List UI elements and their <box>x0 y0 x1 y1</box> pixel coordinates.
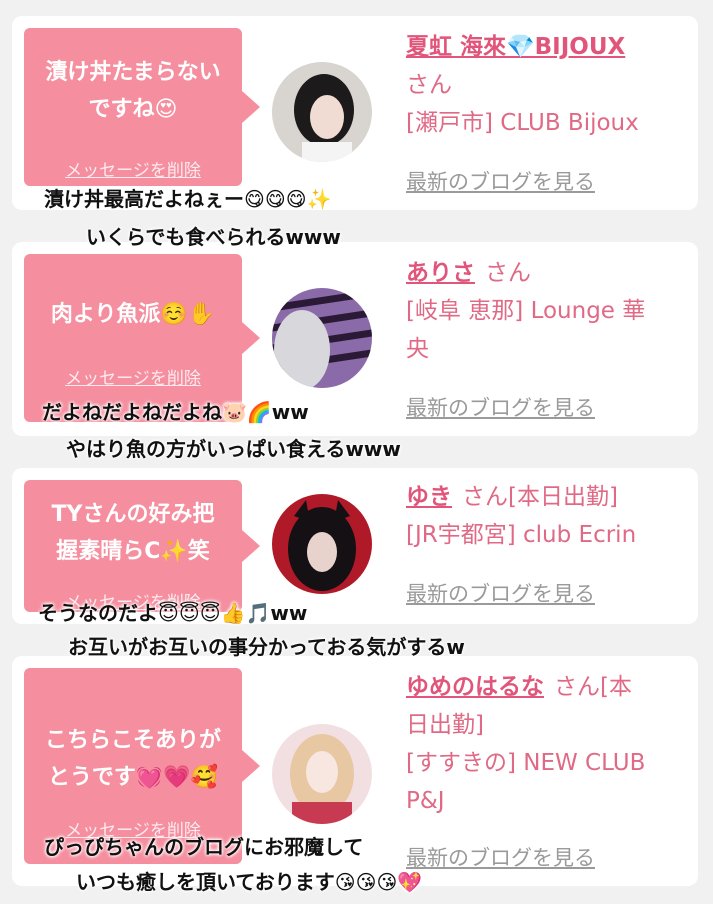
reply-text: だよねだよねだよね🐷🌈ww <box>42 400 309 424</box>
latest-blog-link[interactable]: 最新のブログを見る <box>406 166 595 196</box>
latest-blog-link[interactable]: 最新のブログを見る <box>406 392 595 422</box>
avatar[interactable] <box>272 494 372 594</box>
avatar[interactable] <box>272 724 372 824</box>
delete-message-link[interactable]: メッセージを削除 <box>24 156 242 181</box>
cast-name-link[interactable]: ゆき <box>406 484 452 510</box>
store-name: [JR宇都宮] club Ecrin <box>406 522 637 548</box>
delete-message-link[interactable]: メッセージを削除 <box>24 364 242 389</box>
avatar[interactable] <box>272 288 372 388</box>
message-text: 漬け丼たまらない ですね😍 <box>45 60 221 122</box>
store-name: [すすきの] NEW CLUB <box>406 750 646 776</box>
reply-text: いくらでも食べられるwww <box>86 225 341 249</box>
cast-info: 夏虹 海來💎BIJOUX さん [瀬戸市] CLUB Bijoux <box>406 28 690 142</box>
store-name-cont: 央 <box>406 336 429 362</box>
avatar[interactable] <box>272 62 372 162</box>
cast-name-link[interactable]: ゆめのはるな <box>406 674 544 700</box>
honorific: さん[本 <box>554 674 632 700</box>
cast-info: ゆき さん[本日出勤] [JR宇都宮] club Ecrin <box>406 478 690 554</box>
message-bubble: TYさんの好み把 握素晴らC✨笑 メッセージを削除 <box>24 480 260 613</box>
message-text: 肉より魚派☺️✋ <box>50 302 216 327</box>
store-name: [瀬戸市] CLUB Bijoux <box>406 110 639 136</box>
message-card: 漬け丼たまらない ですね😍 メッセージを削除 夏虹 海來💎BIJOUX さん [… <box>12 16 698 210</box>
store-name: [岐阜 恵那] Lounge 華 <box>406 298 646 324</box>
reply-text: 漬け丼最高だよねぇー😋😋😋✨ <box>44 187 332 211</box>
cast-name-link[interactable]: ありさ <box>406 260 475 286</box>
store-name-cont: P&J <box>406 788 445 814</box>
message-text: TYさんの好み把 握素晴らC✨笑 <box>51 502 215 564</box>
reply-text: ぴっぴちゃんのブログにお邪魔して <box>44 835 364 859</box>
cast-name-link[interactable]: 夏虹 海來💎BIJOUX <box>406 34 625 60</box>
message-text: こちらこそありが とうです💓💗🥰 <box>44 728 221 790</box>
cast-info: ゆめのはるな さん[本 日出勤] [すすきの] NEW CLUB P&J <box>406 668 690 820</box>
honorific-cont: 日出勤] <box>406 712 484 738</box>
honorific: さん[本日出勤] <box>462 484 618 510</box>
latest-blog-link[interactable]: 最新のブログを見る <box>406 842 595 872</box>
reply-text: そうなのだよ😇😇😇👍🎵ww <box>38 601 308 625</box>
cast-info: ありさ さん [岐阜 恵那] Lounge 華 央 <box>406 254 690 368</box>
honorific: さん <box>406 72 452 98</box>
latest-blog-link[interactable]: 最新のブログを見る <box>406 578 595 608</box>
message-bubble: 漬け丼たまらない ですね😍 メッセージを削除 <box>24 28 260 186</box>
reply-text: やはり魚の方がいっぱい食えるwww <box>66 437 401 461</box>
honorific: さん <box>485 260 531 286</box>
reply-text: お互いがお互いの事分かっておる気がするw <box>68 635 465 659</box>
reply-text: いつも癒しを頂いております😘😘😘💖 <box>76 870 423 894</box>
